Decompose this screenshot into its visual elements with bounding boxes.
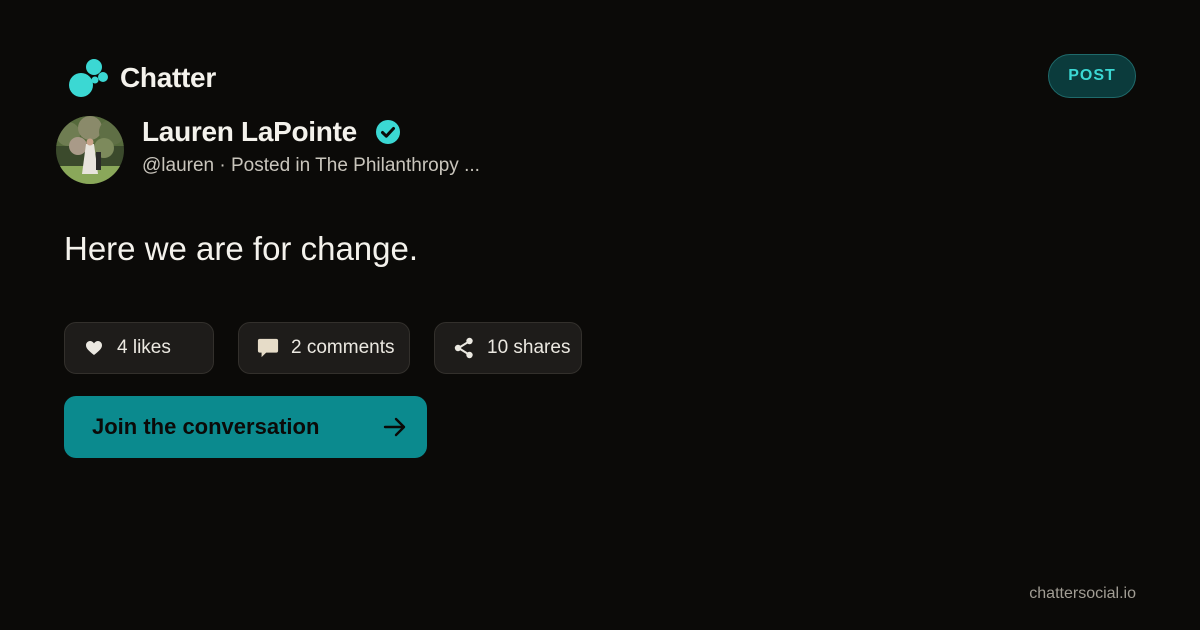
post-stats: 4 likes 2 comments 10 shares — [64, 322, 582, 374]
author-name-label: Lauren LaPointe — [142, 116, 357, 147]
brand-name: Chatter — [120, 62, 216, 93]
heart-icon — [83, 337, 105, 359]
likes-button[interactable]: 4 likes — [64, 322, 214, 374]
likes-count: 4 likes — [117, 337, 171, 358]
comment-bubble-icon — [257, 337, 279, 359]
join-conversation-button[interactable]: Join the conversation — [64, 396, 427, 458]
post-text: Here we are for change. — [64, 230, 419, 267]
author-name[interactable]: Lauren LaPointe — [142, 116, 401, 148]
verified-check-icon — [375, 119, 401, 145]
shares-count: 10 shares — [487, 337, 571, 358]
post-badge: POST — [1048, 54, 1136, 98]
brand-logo[interactable]: Chatter — [68, 58, 216, 98]
avatar[interactable] — [56, 116, 124, 184]
share-icon — [453, 337, 475, 359]
footer-url[interactable]: chattersocial.io — [1029, 585, 1136, 603]
author-meta: @lauren · Posted in The Philanthropy ... — [142, 155, 480, 176]
bubbles-logo-icon — [68, 58, 110, 98]
arrow-right-icon — [383, 417, 407, 437]
join-conversation-label: Join the conversation — [92, 414, 320, 439]
comments-count: 2 comments — [291, 337, 395, 358]
comments-button[interactable]: 2 comments — [238, 322, 410, 374]
shares-button[interactable]: 10 shares — [434, 322, 582, 374]
